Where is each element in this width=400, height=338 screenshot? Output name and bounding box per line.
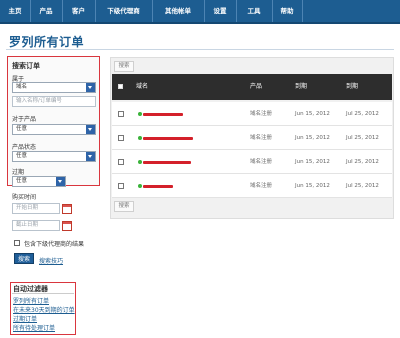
search-tips-link[interactable]: 搜索技巧	[39, 256, 63, 265]
include-sub-resellers-label: 包含下级代理商的结果	[24, 241, 85, 248]
expiry-cell: Jul 25, 2012	[346, 183, 379, 189]
nav-item-customers[interactable]: 客户	[62, 0, 96, 22]
created-cell: Jun 15, 2012	[295, 183, 330, 189]
nav-item-settings[interactable]: 设置	[204, 0, 237, 22]
created-cell: Jun 15, 2012	[295, 135, 330, 141]
expiry-cell: Jul 25, 2012	[346, 135, 379, 141]
product-cell: 域名注册	[250, 183, 273, 189]
nav-item-other-billing[interactable]: 其他帐单	[152, 0, 205, 22]
column-header-name[interactable]: 域名	[136, 74, 148, 100]
row-checkbox[interactable]	[118, 135, 124, 141]
filter-link-expired-orders[interactable]: 过期订单	[13, 314, 37, 323]
nav-item-sub-resellers[interactable]: 下级代理商	[95, 0, 153, 22]
chevron-down-icon	[56, 177, 65, 186]
title-divider	[6, 49, 394, 50]
column-header-expiry[interactable]: 到期	[346, 74, 358, 100]
created-cell: Jun 15, 2012	[295, 111, 330, 117]
calendar-icon[interactable]	[62, 204, 72, 214]
chevron-down-icon	[86, 152, 95, 161]
select-all-checkbox[interactable]	[118, 84, 123, 89]
keyword-input[interactable]: 输入名称/订单编号	[12, 96, 96, 107]
field-select[interactable]: 域名	[12, 82, 96, 93]
orders-filter-button-bottom[interactable]: 搜索	[114, 201, 134, 212]
status-select[interactable]: 任意	[12, 151, 96, 162]
created-cell: Jun 15, 2012	[295, 159, 330, 165]
purchase-date-label: 购买时间	[12, 194, 37, 201]
filter-link-all-orders[interactable]: 罗列所有订单	[13, 296, 49, 305]
row-checkbox[interactable]	[118, 159, 124, 165]
nav-item-help[interactable]: 帮助	[272, 0, 303, 22]
filter-link-pending-orders[interactable]: 所有待处理订单	[13, 323, 55, 332]
orders-table-header: 域名 产品 到期 到期	[112, 74, 392, 100]
redacted-domain-name[interactable]	[143, 185, 173, 188]
chevron-down-icon	[86, 83, 95, 92]
table-row[interactable]: 域名注册 Jun 15, 2012 Jul 25, 2012	[112, 126, 392, 150]
row-checkbox[interactable]	[118, 183, 124, 189]
end-date-input[interactable]: 截止日期	[12, 220, 60, 231]
filter-link-expiring-30-days[interactable]: 在未来30天到期的订单	[13, 305, 75, 314]
expiry-select[interactable]: 任意	[12, 176, 66, 187]
expiry-cell: Jul 25, 2012	[346, 111, 379, 117]
product-select[interactable]: 任意	[12, 124, 96, 135]
expiry-label: 过期	[12, 169, 25, 176]
calendar-icon[interactable]	[62, 221, 72, 231]
product-cell: 域名注册	[250, 111, 273, 117]
orders-table: 域名 产品 到期 到期 域名注册 Jun 15, 2012 Jul 25, 20…	[112, 74, 392, 198]
status-active-icon	[138, 184, 142, 188]
top-nav: 主页 产品 客户 下级代理商 其他帐单 设置 工具 帮助	[0, 0, 400, 24]
redacted-domain-name[interactable]	[143, 113, 183, 116]
table-row[interactable]: 域名注册 Jun 15, 2012 Jul 25, 2012	[112, 150, 392, 174]
auto-filters-divider	[12, 293, 74, 294]
field-select-value: 域名	[16, 84, 28, 90]
page-title: 罗列所有订单	[9, 35, 85, 49]
redacted-domain-name[interactable]	[143, 161, 191, 164]
row-checkbox[interactable]	[118, 111, 124, 117]
status-select-value: 任意	[16, 153, 28, 159]
nav-item-home[interactable]: 主页	[0, 0, 31, 22]
product-label: 对于产品	[12, 116, 37, 123]
expiry-cell: Jul 25, 2012	[346, 159, 379, 165]
nav-item-products[interactable]: 产品	[30, 0, 63, 22]
product-cell: 域名注册	[250, 159, 273, 165]
search-button[interactable]: 搜索	[14, 253, 34, 264]
redacted-domain-name[interactable]	[143, 137, 193, 140]
status-active-icon	[138, 112, 142, 116]
column-header-product[interactable]: 产品	[250, 74, 262, 100]
orders-filter-button-top[interactable]: 搜索	[114, 61, 134, 72]
status-label: 产品状态	[12, 144, 37, 151]
nav-item-tools[interactable]: 工具	[236, 0, 273, 22]
column-header-created[interactable]: 到期	[295, 74, 307, 100]
product-cell: 域名注册	[250, 135, 273, 141]
chevron-down-icon	[86, 125, 95, 134]
expiry-select-value: 任意	[16, 178, 28, 184]
table-row[interactable]: 域名注册 Jun 15, 2012 Jul 25, 2012	[112, 174, 392, 198]
search-title: 搜索订单	[12, 62, 40, 70]
table-row[interactable]: 域名注册 Jun 15, 2012 Jul 25, 2012	[112, 102, 392, 126]
product-select-value: 任意	[16, 126, 28, 132]
status-active-icon	[138, 160, 142, 164]
status-active-icon	[138, 136, 142, 140]
start-date-input[interactable]: 开始日期	[12, 203, 60, 214]
include-sub-resellers-checkbox[interactable]	[14, 240, 20, 246]
